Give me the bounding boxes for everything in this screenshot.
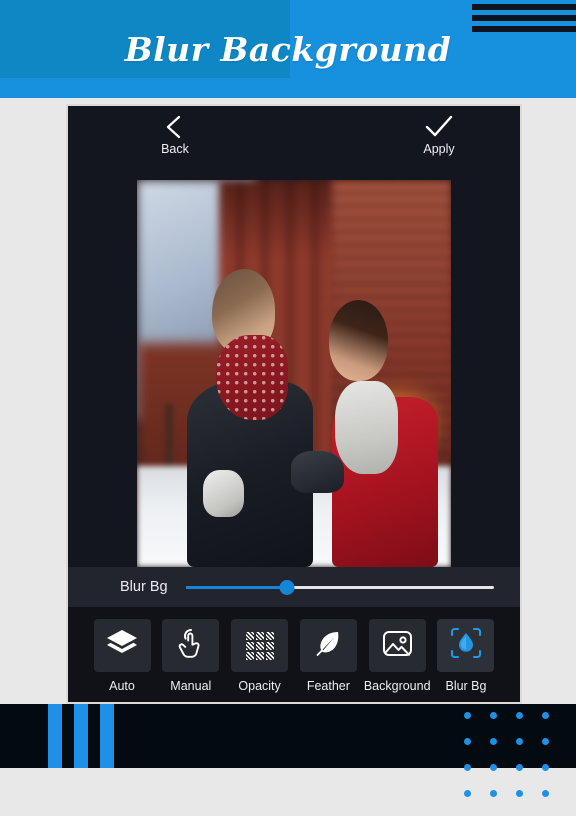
slider-fill xyxy=(185,585,288,589)
app-screen-frame: Back Apply Blur Bg Auto Manual Opacity F… xyxy=(66,104,522,704)
back-button[interactable]: Back xyxy=(138,114,212,156)
blur-slider-label: Blur Bg xyxy=(120,579,168,595)
tool-feather[interactable]: Feather xyxy=(296,619,360,693)
tool-auto-label: Auto xyxy=(109,679,135,693)
tool-opacity-tile[interactable] xyxy=(231,619,289,672)
chevron-left-icon xyxy=(162,114,188,140)
decor-dot xyxy=(464,712,471,719)
back-button-label: Back xyxy=(161,142,189,156)
check-icon xyxy=(424,114,454,140)
photo-canvas[interactable] xyxy=(68,168,520,567)
tool-feather-tile[interactable] xyxy=(299,619,357,672)
photo-subject-right-head xyxy=(328,299,389,382)
bottom-decor-bars xyxy=(48,704,208,768)
tool-auto-tile[interactable] xyxy=(93,619,151,672)
decor-dot xyxy=(490,738,497,745)
tool-manual-label: Manual xyxy=(170,679,212,693)
decor-dot xyxy=(464,738,471,745)
decor-dot xyxy=(542,738,549,745)
tool-background-tile[interactable] xyxy=(368,619,426,672)
photo-subject-glove xyxy=(290,450,345,494)
decor-dot xyxy=(542,712,549,719)
photo-subject-knit-scarf xyxy=(334,381,398,475)
checkerboard-icon xyxy=(245,631,274,660)
tool-opacity[interactable]: Opacity xyxy=(228,619,292,693)
decor-dot xyxy=(516,790,523,797)
apply-button-label: Apply xyxy=(423,142,455,156)
decor-bar xyxy=(100,704,114,768)
tap-hand-icon xyxy=(177,627,205,664)
tool-blur-bg-tile[interactable] xyxy=(437,619,495,672)
feather-icon xyxy=(313,628,343,663)
bottom-decor-dot-grid xyxy=(464,712,568,816)
tool-background[interactable]: Background xyxy=(363,619,431,693)
image-icon xyxy=(382,629,413,663)
decor-bar xyxy=(48,704,62,768)
promo-header: Blur Background xyxy=(0,0,576,98)
tool-blur-bg-label: Blur Bg xyxy=(445,679,487,693)
tool-opacity-label: Opacity xyxy=(238,679,281,693)
water-drop-icon xyxy=(449,626,483,665)
decor-dot xyxy=(542,790,549,797)
tool-blur-bg[interactable]: Blur Bg xyxy=(434,619,498,693)
photo-subject-mitten xyxy=(202,470,244,517)
tool-feather-label: Feather xyxy=(306,679,350,693)
blur-slider-row: Blur Bg xyxy=(68,567,520,607)
blur-slider[interactable] xyxy=(185,579,494,595)
photo-subject-red-scarf xyxy=(215,334,288,420)
decor-dot xyxy=(490,712,497,719)
page-title: Blur Background xyxy=(124,29,452,69)
decor-dot xyxy=(464,790,471,797)
slider-thumb[interactable] xyxy=(279,579,295,595)
layers-icon xyxy=(106,628,138,663)
app-bar: Back Apply xyxy=(68,106,520,168)
edited-photo[interactable] xyxy=(137,180,451,567)
decor-dot xyxy=(490,790,497,797)
tool-auto[interactable]: Auto xyxy=(90,619,154,693)
tool-bar: Auto Manual Opacity Feather Background B… xyxy=(68,607,520,702)
tool-manual[interactable]: Manual xyxy=(159,619,223,693)
decor-dot xyxy=(516,738,523,745)
decor-dot xyxy=(516,712,523,719)
decor-bar xyxy=(74,704,88,768)
tool-background-label: Background xyxy=(363,679,431,693)
apply-button[interactable]: Apply xyxy=(402,114,476,156)
tool-manual-tile[interactable] xyxy=(162,619,220,672)
